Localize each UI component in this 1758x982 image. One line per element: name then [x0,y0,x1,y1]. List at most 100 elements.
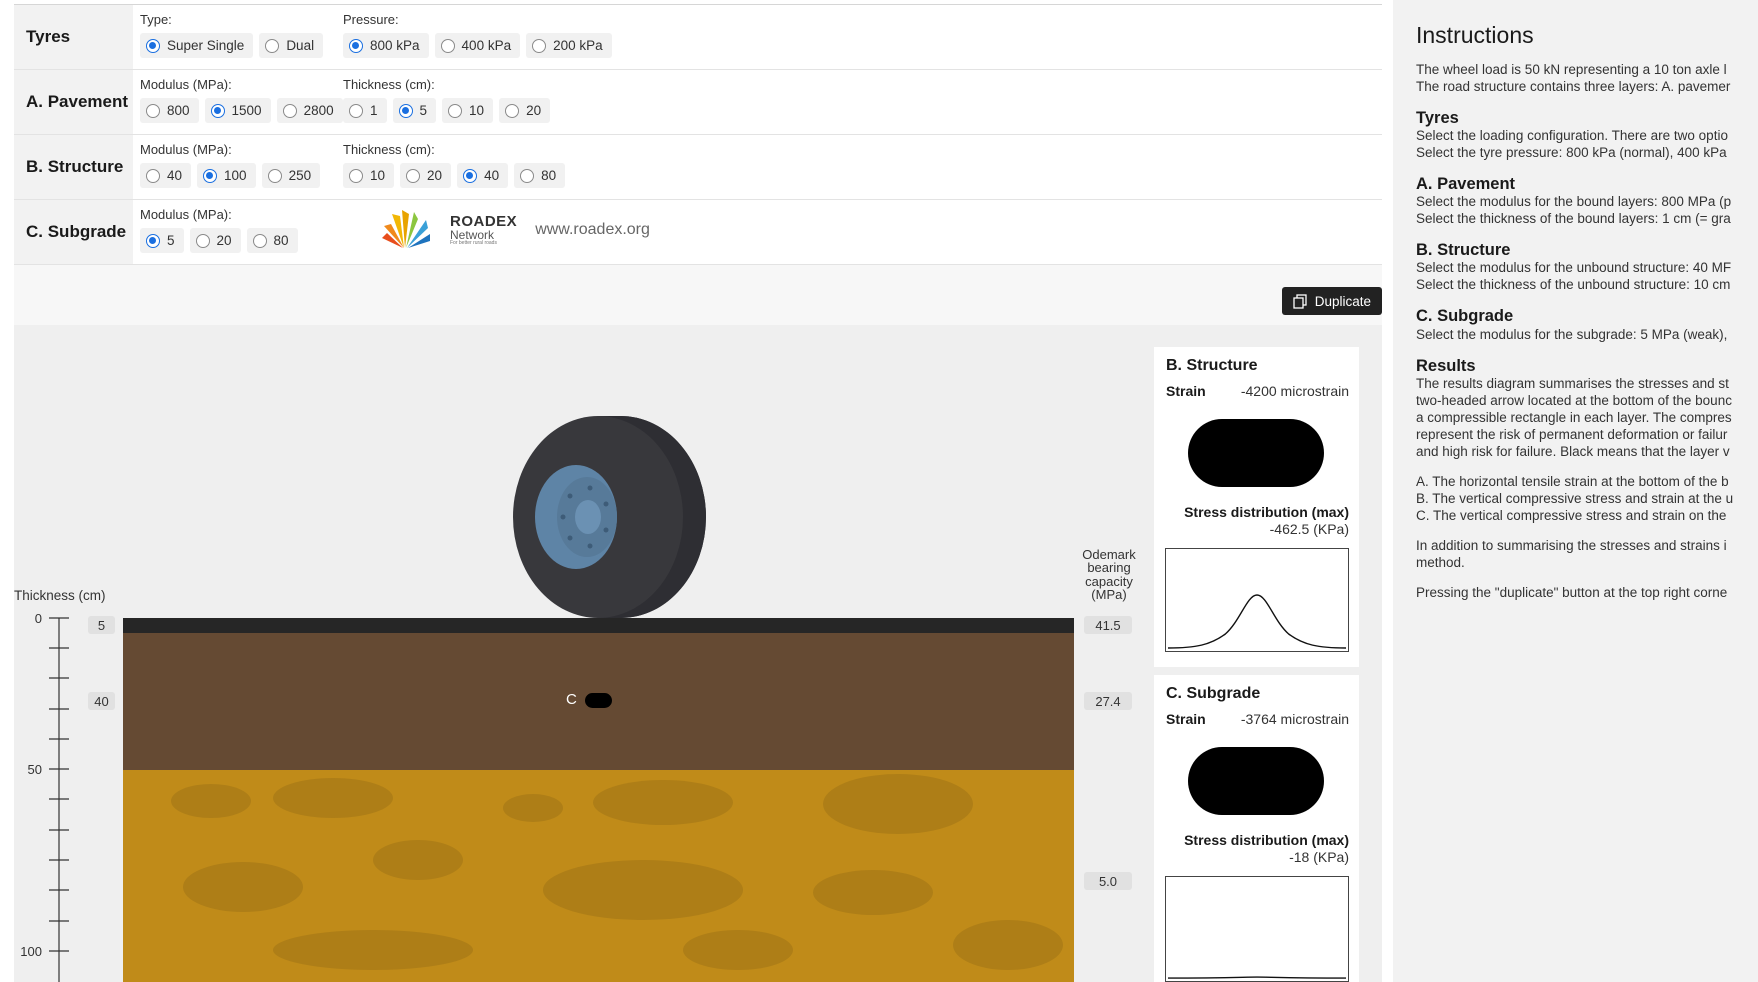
point-c-label: C [566,691,577,708]
odemark-title: Odemark bearing capacity (MPa) [1074,548,1144,601]
tyre-type-title: Type: [140,12,172,27]
subgrade-modulus-20[interactable]: 20 [189,228,241,253]
strain-value: -3764 microstrain [1240,711,1349,727]
wheel-icon [513,416,706,618]
pressure-800[interactable]: 800 kPa [343,33,429,58]
card-title: C. Subgrade [1166,685,1261,702]
row-tyres: Tyres Type: Super Single Dual Pressure: … [14,5,1382,70]
subgrade-modulus-title: Modulus (MPa): [140,207,232,222]
instructions-heading: C. Subgrade [1416,307,1514,326]
soil-texture [183,862,303,912]
structure-thickness-10[interactable]: 10 [343,163,395,188]
row-label-tyres: Tyres [14,5,133,69]
duplicate-button[interactable]: Duplicate [1281,287,1382,315]
radio-icon [448,103,463,118]
tyre-type-super-single[interactable]: Super Single [140,33,254,58]
tyre-type-group: Type: Super Single Dual [140,12,324,58]
soil-texture [823,774,973,834]
pressure-400[interactable]: 400 kPa [434,33,521,58]
input-panel: Tyres Type: Super Single Dual Pressure: … [14,5,1382,265]
pavement-thickness-group: Thickness (cm): 1 5 10 20 [343,77,551,123]
thickness-axis-title: Thickness (cm) [14,588,106,603]
instructions-text: Pressing the "duplicate" button at the t… [1416,584,1728,600]
radio-selected-icon [349,38,363,53]
tyre-type-dual[interactable]: Dual [259,33,324,58]
structure-modulus-title: Modulus (MPa): [140,142,232,157]
soil-texture [683,930,793,970]
odemark-value-b: 27.4 [1084,692,1132,710]
duplicate-label: Duplicate [1314,293,1371,309]
pavement-modulus-800[interactable]: 800 [140,98,199,123]
instructions-text: A. The horizontal tensile strain at the … [1416,473,1729,489]
option-label: 40 [484,168,500,183]
option-label: 1500 [231,103,262,118]
roadex-url-link[interactable]: www.roadex.org [535,221,650,239]
radio-selected-icon [210,103,225,118]
pavement-modulus-title: Modulus (MPa): [140,77,232,92]
option-label: Super Single [167,38,245,53]
structure-thickness-80[interactable]: 80 [514,163,566,188]
structure-thickness-20[interactable]: 20 [400,163,452,188]
pavement-thickness-5[interactable]: 5 [392,98,437,123]
pavement-thickness-1[interactable]: 1 [343,98,387,123]
copy-icon [1293,293,1307,309]
odemark-title-line: Odemark [1082,547,1136,562]
instructions-heading: A. Pavement [1416,175,1516,194]
pavement-modulus-2800[interactable]: 2800 [276,98,343,123]
structure-thickness-title: Thickness (cm): [343,142,435,157]
option-label: 250 [288,168,312,183]
odemark-title-line: bearing [1087,560,1131,576]
strain-label: Strain [1166,711,1206,727]
pavement-thickness-20[interactable]: 20 [499,98,551,123]
structure-modulus-250[interactable]: 250 [261,163,321,188]
stress-label: Stress distribution (max) [1184,504,1349,520]
instructions-text: two-headed arrow located at the bottom o… [1416,392,1732,408]
option-label: 800 kPa [370,38,420,53]
odemark-title-line: capacity [1085,573,1133,589]
radio-icon [520,168,535,183]
row-structure: B. Structure Modulus (MPa): 40 100 250 T… [14,135,1382,200]
instructions-text: Select the thickness of the unbound stru… [1416,277,1731,293]
strain-indicator [1188,419,1324,487]
pavement-modulus-1500[interactable]: 1500 [204,98,271,123]
tyre-pressure-group: Pressure: 800 kPa 400 kPa 200 kPa [343,12,612,58]
radio-icon [532,38,547,53]
radio-icon [406,168,421,183]
radio-selected-icon [398,103,413,118]
structure-modulus-40[interactable]: 40 [140,163,192,188]
instructions-text: The results diagram summarises the stres… [1416,375,1729,391]
roadex-logo-text: ROADEX Network For better rural roads [450,214,517,246]
instructions-text: The road structure contains three layers… [1416,79,1731,94]
subgrade-modulus-80[interactable]: 80 [246,228,298,253]
instructions-text: Select the modulus for the subgrade: 5 M… [1416,326,1728,342]
instructions-text: In addition to summarising the stresses … [1416,537,1727,553]
instructions-text: represent the risk of permanent deformat… [1416,426,1728,442]
structure-modulus-100[interactable]: 100 [197,163,256,188]
axis-tick-50: 50 [28,762,42,777]
structure-thickness-40[interactable]: 40 [457,163,509,188]
radio-icon [440,38,455,53]
radio-icon [146,103,160,118]
instructions-heading: B. Structure [1416,241,1511,260]
radio-icon [252,233,267,248]
option-label: 80 [273,233,289,248]
stress-value: -462.5 (KPa) [1269,521,1349,537]
layer-subgrade [123,770,1074,982]
soil-texture [273,778,393,818]
instructions-text: Select the modulus for the unbound struc… [1416,260,1732,276]
structure-thickness-group: Thickness (cm): 10 20 40 80 [343,142,566,188]
roadex-logo[interactable]: ROADEX Network For better rural roads ww… [382,208,650,252]
option-label: 1 [370,103,378,118]
radio-icon [282,103,297,118]
radio-icon [146,168,160,183]
soil-texture [953,920,1063,970]
pavement-thickness-10[interactable]: 10 [442,98,494,123]
option-label: 20 [216,233,232,248]
option-label: 5 [167,233,175,248]
pressure-200[interactable]: 200 kPa [526,33,612,58]
structure-modulus-group: Modulus (MPa): 40 100 250 [140,142,321,188]
soil-texture [503,794,563,822]
row-subgrade: C. Subgrade Modulus (MPa): 5 20 80 ROADE… [14,200,1382,265]
subgrade-modulus-5[interactable]: 5 [140,228,184,253]
instructions-text: Select the tyre pressure: 800 kPa (norma… [1416,145,1727,161]
